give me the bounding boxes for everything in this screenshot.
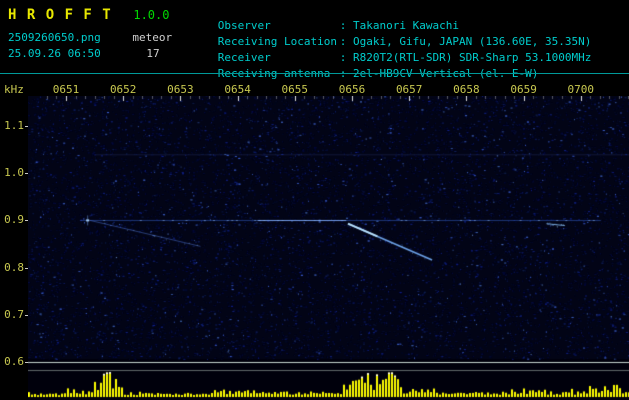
info-label: Receiver bbox=[217, 51, 271, 64]
time-tick-label: 0700 bbox=[567, 83, 595, 96]
app-title: H R O F F T bbox=[8, 7, 112, 23]
time-tick-label: 0657 bbox=[395, 83, 423, 96]
header-separator bbox=[0, 73, 629, 74]
hrofft-screen: H R O F F T 1.0.0 2509260650.png meteor … bbox=[0, 0, 629, 400]
freq-tick-label: 1.1 bbox=[4, 119, 24, 132]
time-tick-label: 0659 bbox=[510, 83, 537, 96]
datetime-row: 25.09.26 06:50 17 bbox=[8, 42, 172, 60]
freq-axis-unit: kHz bbox=[4, 83, 24, 96]
header-info: Observer : Takanori Kawachi Receiving Loc… bbox=[178, 6, 592, 80]
observation-datetime: 25.09.26 06:50 bbox=[8, 47, 101, 60]
freq-tick-label: 1.0 bbox=[4, 166, 24, 180]
info-label: Observer bbox=[217, 19, 271, 32]
time-tick-label: 0652 bbox=[109, 83, 137, 96]
info-value: : Ogaki, Gifu, JAPAN (136.60E, 35.35N) bbox=[339, 35, 592, 48]
info-value: : R820T2(RTL-SDR) SDR-Sharp 53.1000MHz bbox=[339, 51, 592, 64]
echo-count: 17 bbox=[146, 47, 160, 60]
time-tick-label: 0654 bbox=[224, 83, 251, 96]
time-tick-label: 0658 bbox=[453, 83, 480, 96]
freq-tick-label: 0.6 bbox=[4, 355, 24, 368]
info-label: Receiving Location bbox=[217, 35, 337, 48]
time-tick-label: 0651 bbox=[52, 83, 80, 96]
info-row-observer: Observer : Takanori Kawachi bbox=[178, 6, 591, 32]
title-row: H R O F F T 1.0.0 bbox=[8, 4, 172, 23]
header-left: H R O F F T 1.0.0 2509260650.png meteor … bbox=[8, 4, 172, 60]
time-tick-label: 0656 bbox=[338, 83, 366, 96]
app-version: 1.0.0 bbox=[133, 8, 170, 22]
freq-tick-label: 0.9 bbox=[4, 213, 24, 227]
freq-tick-label: 0.8 bbox=[4, 260, 24, 274]
spectrogram-canvas bbox=[28, 96, 629, 400]
info-value: : Takanori Kawachi bbox=[339, 19, 459, 32]
file-row: 2509260650.png meteor bbox=[8, 26, 172, 44]
time-tick-label: 0655 bbox=[281, 83, 309, 96]
freq-tick-label: 0.7 bbox=[4, 307, 24, 321]
